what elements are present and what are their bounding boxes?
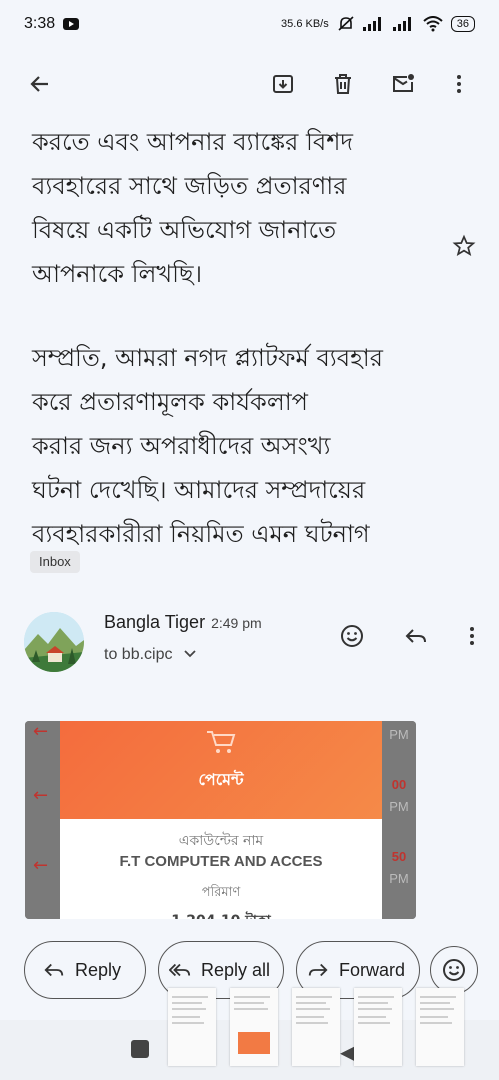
- star-icon: [452, 234, 476, 257]
- emoji-icon: [443, 959, 465, 981]
- wifi-icon: [423, 16, 443, 32]
- archive-button[interactable]: [261, 62, 305, 106]
- reply-icon-button[interactable]: [394, 614, 438, 658]
- chevron-down-icon: [184, 650, 196, 658]
- data-speed: 35.6 KB/s: [281, 18, 329, 30]
- screenshot-thumbnails: [168, 988, 464, 1066]
- payment-card: পেমেন্ট একাউন্টের নাম F.T COMPUTER AND A…: [60, 721, 382, 919]
- recipient-text: to bb.cipc: [104, 646, 173, 663]
- screenshot-thumbnail[interactable]: [354, 988, 402, 1066]
- signal-2-icon: [392, 17, 411, 31]
- attachment-right-strip: [382, 721, 416, 919]
- avatar-image: [24, 612, 84, 672]
- more-vert-icon: [457, 75, 461, 93]
- battery-indicator: 36: [450, 16, 475, 32]
- account-label: একাউন্টের নাম: [178, 833, 264, 849]
- delete-icon: [335, 74, 351, 94]
- screenshot-thumbnail[interactable]: [230, 988, 278, 1066]
- app-bar: [0, 56, 499, 112]
- emoji-icon: [341, 625, 363, 647]
- forward-icon: [308, 963, 328, 977]
- more-vert-icon: [470, 627, 474, 645]
- side-text: PM: [389, 871, 409, 886]
- reply-button[interactable]: Reply: [24, 941, 146, 999]
- status-bar: 3:38 35.6 KB/s 36: [0, 0, 499, 48]
- attachment-image[interactable]: ← ← ← পেমেন্ট একাউন্টের নাম F.T COMPUTER…: [25, 721, 416, 919]
- sender-name: Bangla Tiger: [104, 612, 206, 632]
- status-time: 3:38: [24, 15, 56, 32]
- cart-icon: [207, 731, 236, 753]
- avatar[interactable]: [24, 612, 84, 672]
- arrow-icon: ←: [33, 721, 49, 742]
- side-text: 50: [391, 849, 407, 864]
- mark-unread-button[interactable]: [381, 62, 425, 106]
- status-icons: 35.6 KB/s 36: [281, 16, 475, 32]
- attachment-left-strip: ← ← ←: [25, 721, 61, 919]
- reply-icon: [44, 963, 64, 977]
- screenshot-thumbnail[interactable]: [416, 988, 464, 1066]
- youtube-notification-icon: [63, 18, 80, 30]
- amount-label: পরিমাণ: [201, 885, 241, 900]
- arrow-icon: ←: [33, 855, 49, 876]
- signal-icon: [362, 17, 381, 31]
- add-reaction-button[interactable]: [330, 614, 374, 658]
- side-text: PM: [389, 727, 409, 742]
- recipient-details[interactable]: to bb.cipc: [104, 646, 197, 664]
- forward-label: Forward: [339, 959, 406, 980]
- screenshot-thumbnail[interactable]: [292, 988, 340, 1066]
- side-text: PM: [389, 799, 409, 814]
- screenshot-thumbnail[interactable]: [168, 988, 216, 1066]
- mute-icon: [338, 16, 354, 31]
- side-text: 00: [391, 777, 407, 792]
- reply-icon: [405, 629, 426, 643]
- sender-line[interactable]: Bangla Tiger 2:49 pm: [104, 612, 262, 633]
- mark-unread-icon: [393, 74, 414, 92]
- recents-nav-button[interactable]: [131, 1040, 149, 1058]
- amount-value: 1,204.10 টাকা: [60, 909, 382, 919]
- arrow-icon: ←: [33, 785, 49, 806]
- email-paragraph: সম্প্রতি, আমরা নগদ প্ল্যাটফর্ম ব্যবহার ক…: [32, 344, 383, 548]
- email-paragraph: করতে এবং আপনার ব্যাঙ্কের বিশদ ব্যবহারের …: [32, 128, 354, 288]
- emoji-reaction-button[interactable]: [430, 946, 478, 994]
- back-button[interactable]: [18, 62, 62, 106]
- sender-time: 2:49 pm: [211, 615, 262, 631]
- delete-button[interactable]: [321, 62, 365, 106]
- payment-header: পেমেন্ট: [60, 721, 382, 819]
- message-more-button[interactable]: [450, 614, 494, 658]
- reply-all-icon: [169, 963, 191, 977]
- payment-title: পেমেন্ট: [198, 770, 244, 789]
- reply-label: Reply: [75, 959, 122, 980]
- more-options-button[interactable]: [437, 62, 481, 106]
- header-actions: [330, 614, 494, 658]
- inbox-label[interactable]: Inbox: [30, 551, 80, 573]
- email-body: করতে এবং আপনার ব্যাঙ্কের বিশদ ব্যবহারের …: [32, 120, 432, 596]
- archive-icon: [273, 75, 293, 93]
- reply-all-label: Reply all: [201, 959, 271, 980]
- back-arrow-icon: [30, 76, 48, 92]
- account-name: F.T COMPUTER AND ACCES: [119, 853, 323, 870]
- star-button[interactable]: [442, 224, 486, 268]
